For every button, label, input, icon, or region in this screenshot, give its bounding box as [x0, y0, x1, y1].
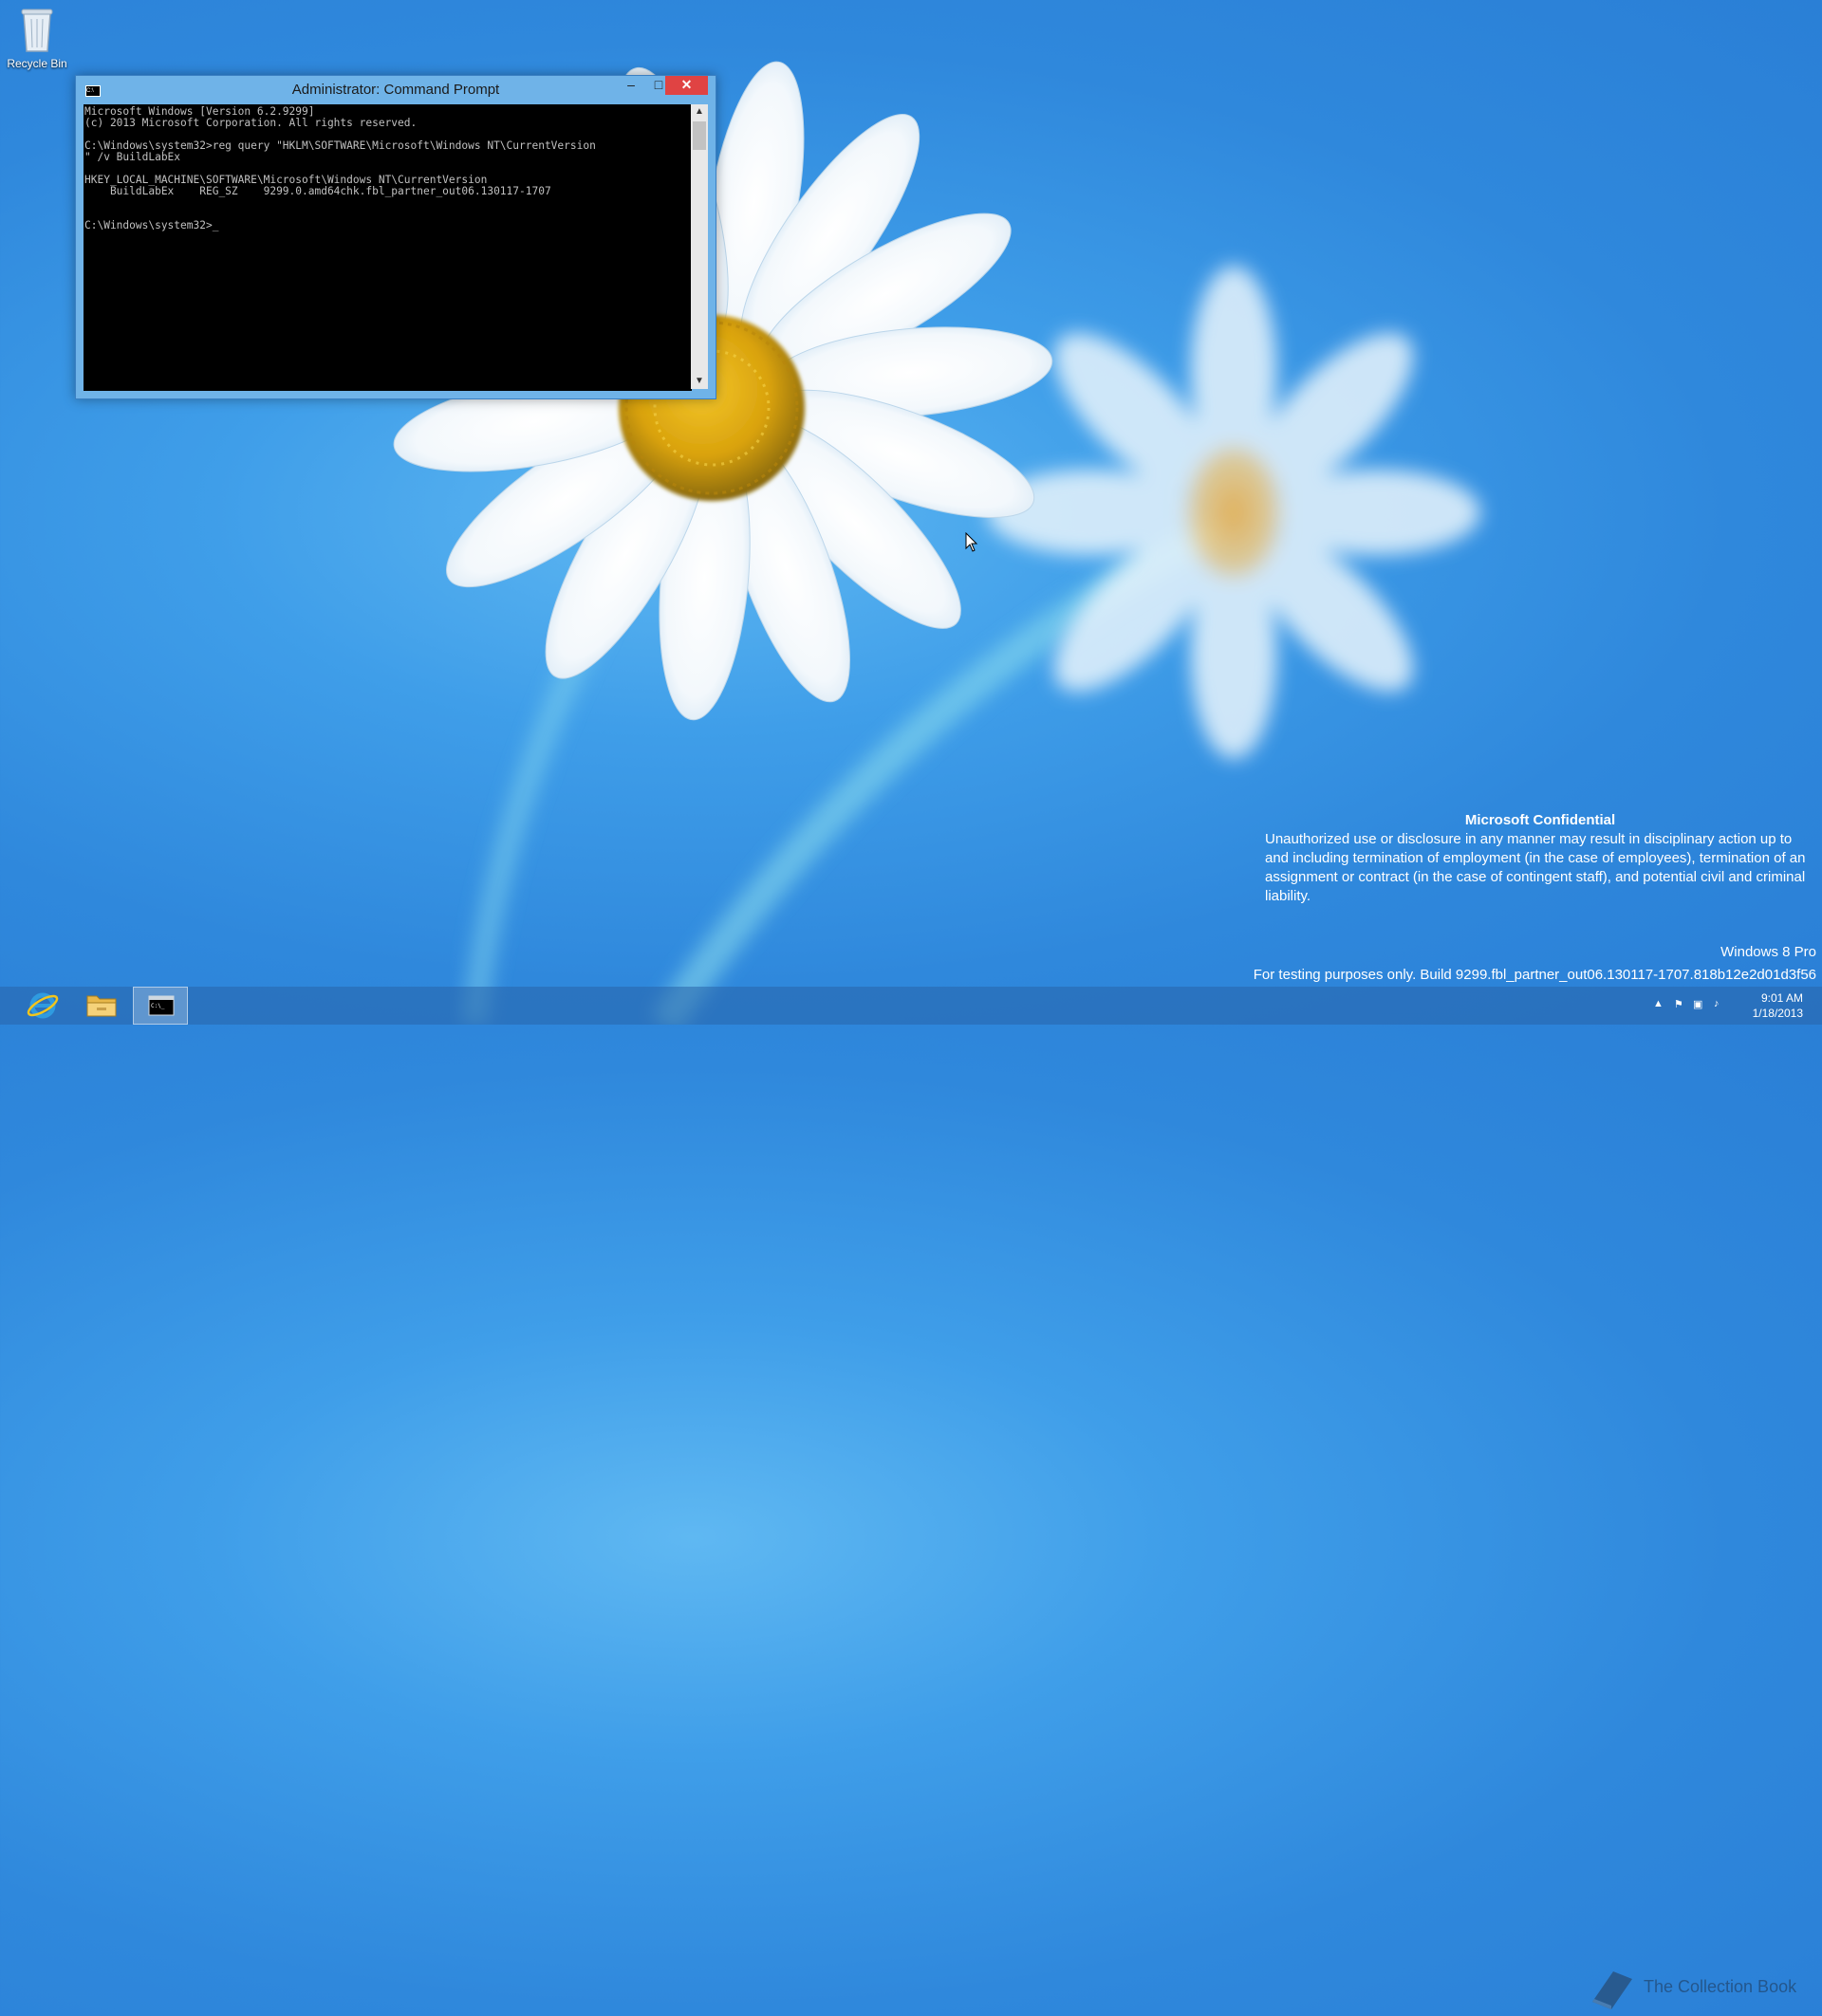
action-center-flag-icon[interactable]: ⚑: [1674, 998, 1683, 1010]
console-output[interactable]: Microsoft Windows [Version 6.2.9299] (c) …: [84, 104, 692, 391]
clock-date: 1/18/2013: [1752, 1007, 1803, 1020]
scroll-down-button[interactable]: ▼: [691, 374, 708, 389]
minimize-button[interactable]: –: [618, 76, 644, 95]
console-line: (c) 2013 Microsoft Corporation. All righ…: [84, 117, 418, 129]
close-button[interactable]: ✕: [665, 76, 708, 95]
show-hidden-icons-button[interactable]: ▲: [1653, 998, 1664, 1009]
taskbar-internet-explorer[interactable]: [15, 987, 70, 1025]
recycle-bin-label: Recycle Bin: [7, 57, 67, 70]
taskbar: C:\_ The Collection Book ▲ ⚑ ▣ ♪ 9:01 AM…: [0, 987, 1822, 2009]
network-icon[interactable]: ▣: [1693, 998, 1702, 1010]
taskbar-clock[interactable]: 9:01 AM 1/18/2013: [1753, 990, 1803, 1021]
taskbar-file-explorer[interactable]: [74, 987, 129, 1025]
internet-explorer-icon: [27, 992, 59, 1019]
console-line: " /v BuildLabEx: [84, 151, 181, 163]
window-titlebar[interactable]: C:\ Administrator: Command Prompt – □ ✕: [76, 76, 716, 104]
scroll-up-button[interactable]: ▲: [691, 104, 708, 120]
confidential-title: Microsoft Confidential: [1464, 812, 1616, 828]
mouse-cursor-icon: [965, 532, 978, 552]
recycle-bin-shortcut[interactable]: Recycle Bin: [4, 4, 70, 70]
clock-time: 9:01 AM: [1760, 991, 1803, 1005]
command-prompt-icon: C:\_: [148, 995, 175, 1016]
windows-edition: Windows 8 Pro: [1720, 944, 1816, 960]
taskbar-command-prompt[interactable]: C:\_: [133, 987, 188, 1025]
scrollbar-thumb[interactable]: [693, 121, 706, 150]
console-line: C:\Windows\system32>_: [84, 219, 219, 231]
volume-icon[interactable]: ♪: [1714, 998, 1720, 1009]
svg-text:C:\_: C:\_: [151, 1003, 165, 1009]
confidential-notice: Microsoft Confidential Unauthorized use …: [1265, 811, 1815, 906]
recycle-bin-icon: [21, 9, 53, 52]
system-tray: ▲ ⚑ ▣ ♪ 9:01 AM 1/18/2013: [1575, 987, 1822, 1025]
file-explorer-icon: [86, 995, 117, 1017]
watermark: The Collection Book: [1585, 1964, 1813, 2011]
command-prompt-window[interactable]: C:\ Administrator: Command Prompt – □ ✕ …: [75, 75, 716, 399]
book-logo-icon: [1592, 1971, 1632, 2009]
confidential-text: Unauthorized use or disclosure in any ma…: [1265, 831, 1806, 904]
console-line: BuildLabEx REG_SZ 9299.0.amd64chk.fbl_pa…: [84, 185, 551, 197]
build-string: For testing purposes only. Build 9299.fb…: [1253, 967, 1816, 983]
vertical-scrollbar[interactable]: ▲ ▼: [691, 104, 708, 389]
watermark-text: The Collection Book: [1644, 1977, 1797, 1996]
